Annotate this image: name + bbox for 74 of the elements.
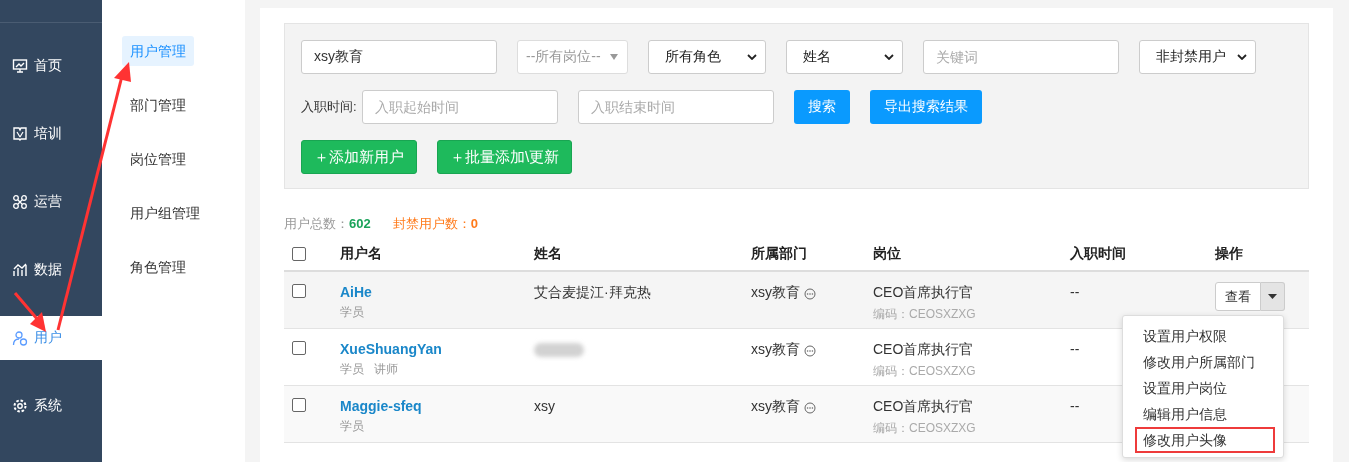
menu-item[interactable]: 修改用户头像 — [1135, 427, 1275, 453]
dropdown-select[interactable]: 所有角色 — [648, 40, 766, 74]
nav-item[interactable]: 用户 — [0, 316, 102, 360]
nav-item[interactable]: 培训 — [0, 112, 102, 156]
post-cell: CEO首席执行官 — [873, 341, 974, 359]
hire-date-cell: -- — [1070, 398, 1080, 414]
post-code: 编码：CEOSXZXG — [873, 363, 976, 380]
monitor-icon — [12, 58, 28, 74]
stat-label: 用户总数： — [284, 216, 349, 231]
command-icon — [12, 194, 28, 210]
more-icon — [804, 401, 816, 414]
post-code: 编码：CEOSXZXG — [873, 420, 976, 437]
menu-item[interactable]: 修改用户所属部门 — [1123, 349, 1283, 375]
gear-icon — [12, 398, 28, 414]
chart-icon — [12, 262, 28, 278]
column-header: 用户名 — [340, 244, 382, 263]
post-code: 编码：CEOSXZXG — [873, 306, 976, 323]
book-icon — [12, 126, 28, 142]
keyword-field[interactable]: 关键词 — [923, 40, 1119, 74]
caret-icon — [884, 54, 894, 60]
more-icon — [804, 344, 816, 357]
role-label: 讲师 — [374, 361, 398, 378]
submenu-item[interactable]: 角色管理 — [122, 252, 194, 282]
post-cell: CEO首席执行官 — [873, 284, 974, 302]
date-label: 入职时间: — [301, 98, 357, 116]
username-link[interactable]: AiHe — [340, 284, 372, 300]
start-date-field[interactable]: 入职起始时间 — [361, 90, 558, 124]
username-link[interactable]: Maggie-sfeq — [340, 398, 422, 414]
name-cell: xsy — [534, 398, 555, 414]
stat-value: 0 — [470, 216, 478, 231]
select-all-checkbox[interactable] — [292, 246, 306, 261]
submenu-item[interactable]: 岗位管理 — [122, 144, 194, 174]
submenu-item[interactable]: 部门管理 — [122, 90, 194, 120]
department-cell: xsy教育 — [751, 284, 800, 302]
username-link[interactable]: XueShuangYan — [340, 341, 442, 357]
menu-item[interactable]: 设置用户权限 — [1123, 323, 1283, 349]
nav-item[interactable]: 运营 — [0, 180, 102, 224]
column-header: 操作 — [1215, 244, 1243, 263]
hire-date-cell: -- — [1070, 284, 1080, 300]
menu-item[interactable]: 编辑用户信息 — [1123, 401, 1283, 427]
submenu-item[interactable]: 用户组管理 — [122, 198, 208, 228]
role-label: 学员 — [340, 304, 364, 321]
column-header: 姓名 — [534, 244, 562, 263]
row-checkbox[interactable] — [292, 398, 306, 412]
post-cell: CEO首席执行官 — [873, 398, 974, 416]
end-date-field[interactable]: 入职结束时间 — [577, 90, 774, 124]
nav-item[interactable]: 首页 — [0, 44, 102, 88]
dropdown-toggle[interactable] — [1261, 282, 1285, 311]
column-header: 入职时间 — [1070, 244, 1126, 263]
name-cell: 艾合麦提江·拜克热 — [534, 284, 651, 302]
row-checkbox[interactable] — [292, 284, 306, 298]
role-label: 学员 — [340, 361, 364, 378]
hire-date-cell: -- — [1070, 341, 1080, 357]
role-label: 学员 — [340, 418, 364, 435]
caret-icon — [1237, 54, 1247, 60]
nav-item[interactable]: 系统 — [0, 384, 102, 428]
caret-icon — [747, 54, 757, 60]
department-cell: xsy教育 — [751, 341, 800, 359]
nav-item[interactable]: 数据 — [0, 248, 102, 292]
column-header: 所属部门 — [751, 244, 807, 263]
stat-label: 封禁用户数： — [392, 216, 471, 231]
menu-item[interactable]: 设置用户岗位 — [1123, 375, 1283, 401]
caret-icon — [609, 54, 619, 60]
organization-field[interactable]: xsy教育 — [301, 40, 497, 74]
stat-value: 602 — [349, 216, 371, 231]
view-button[interactable]: 查看 — [1215, 282, 1261, 311]
more-icon — [804, 287, 816, 300]
dropdown-select[interactable]: 非封禁用户 — [1139, 40, 1256, 74]
user-icon — [12, 330, 28, 346]
row-checkbox[interactable] — [292, 341, 306, 355]
caret-icon — [1268, 294, 1277, 299]
department-cell: xsy教育 — [751, 398, 800, 416]
column-header: 岗位 — [873, 244, 901, 263]
dropdown-select[interactable]: 姓名 — [786, 40, 903, 74]
